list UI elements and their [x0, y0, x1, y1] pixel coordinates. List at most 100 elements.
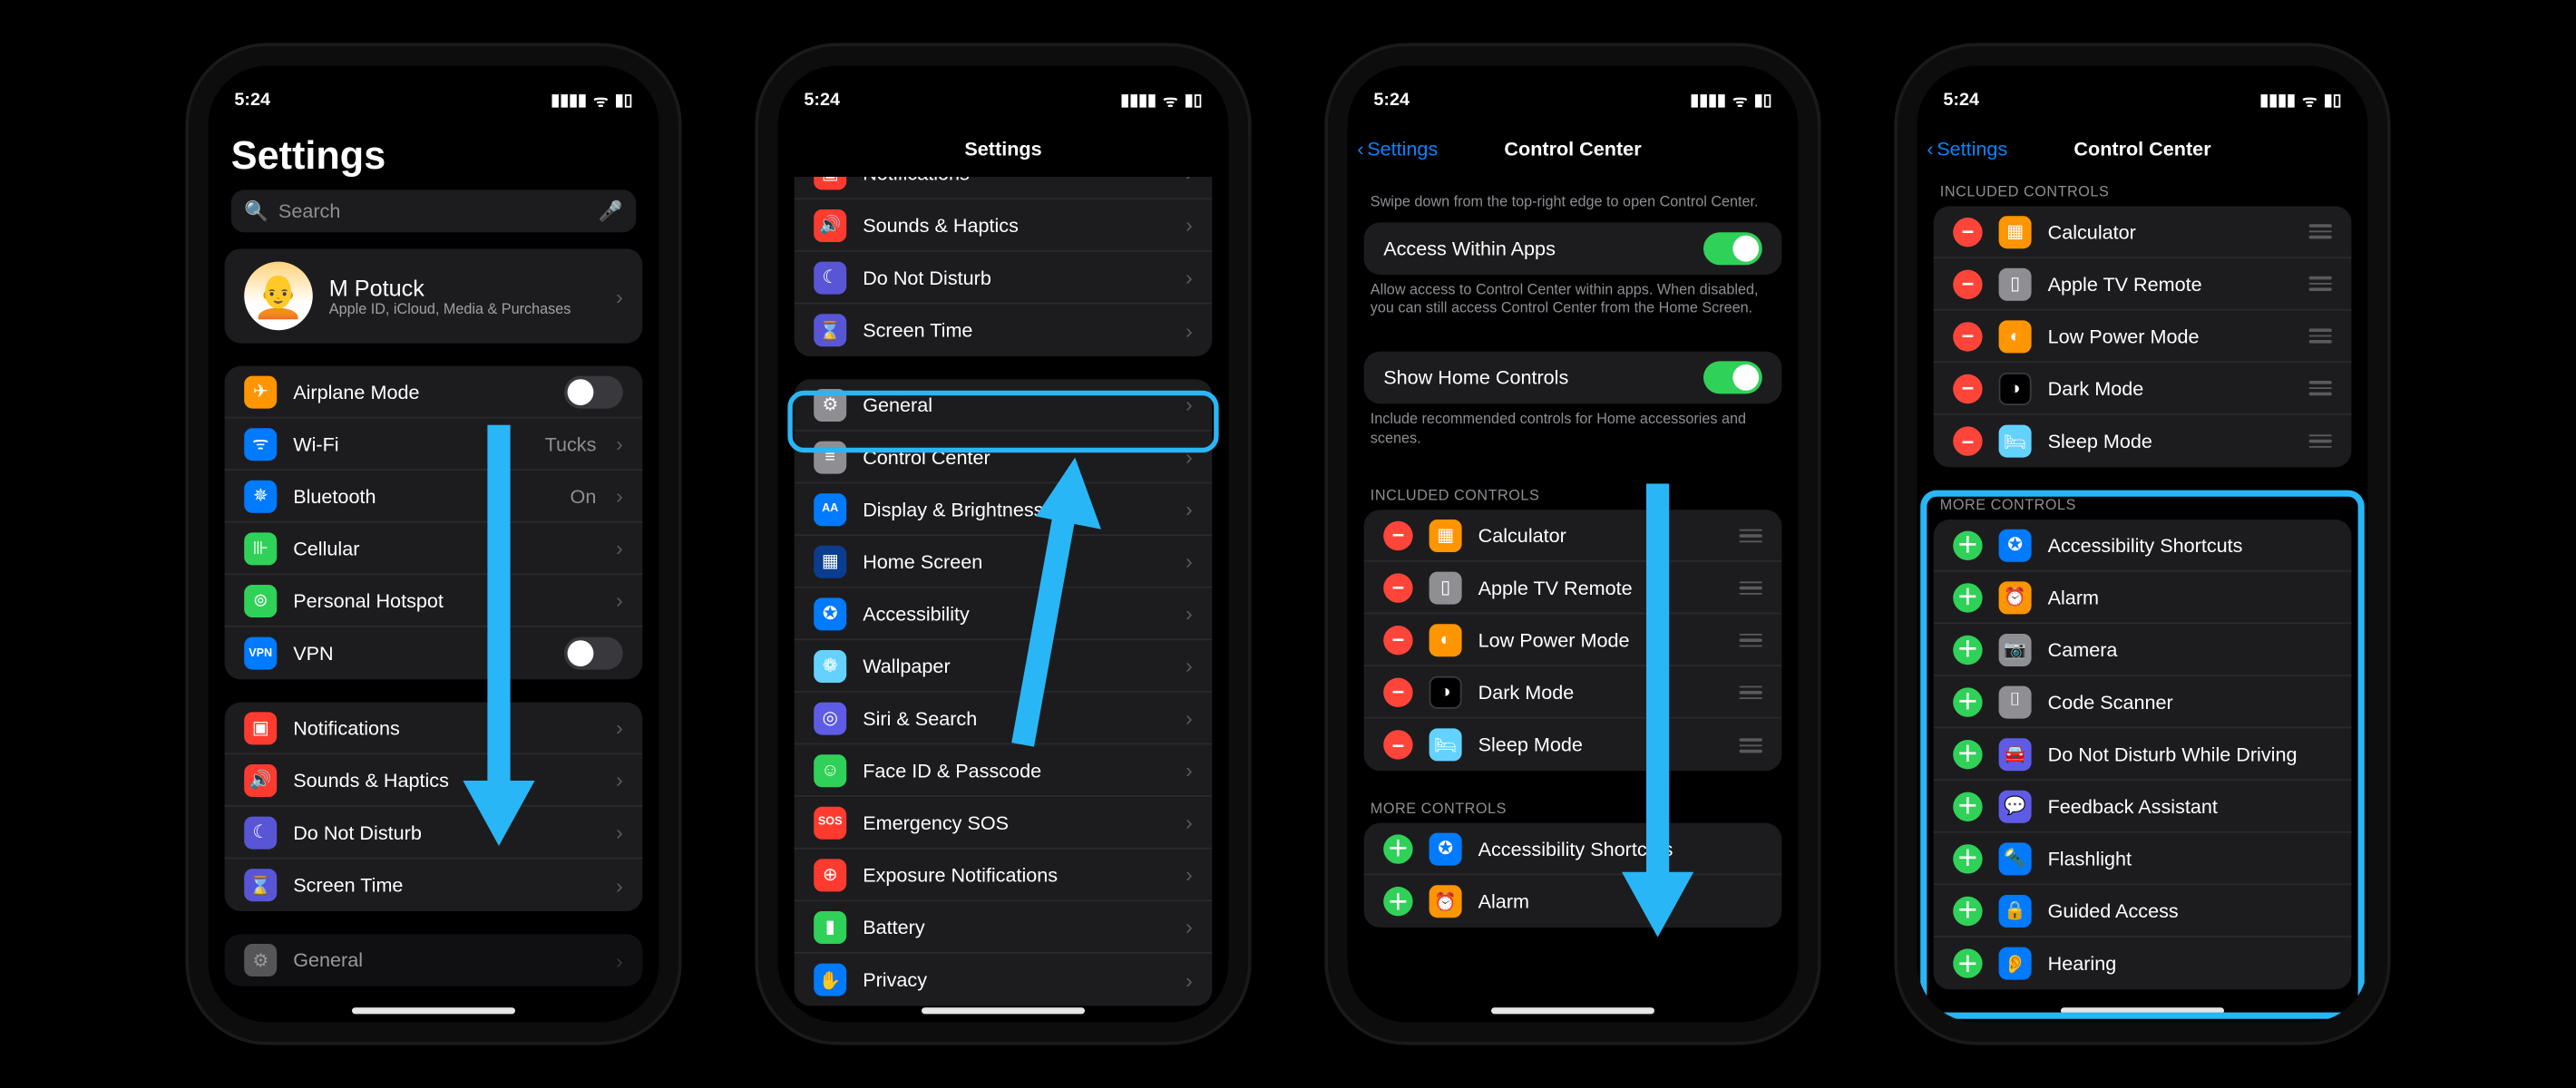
- reorder-grip[interactable]: [1736, 529, 1762, 542]
- remove-button[interactable]: −: [1953, 321, 1982, 350]
- cc-row-hearing[interactable]: ＋👂Hearing: [1934, 937, 2352, 990]
- cc-row-dark-mode[interactable]: −◑Dark Mode: [1934, 363, 2352, 415]
- settings-row-wallpaper[interactable]: ❁Wallpaper›: [795, 640, 1213, 693]
- add-button[interactable]: ＋: [1383, 834, 1412, 863]
- settings-row-face-id-passcode[interactable]: ☺︎Face ID & Passcode›: [795, 744, 1213, 797]
- settings-row-siri-search[interactable]: ◎Siri & Search›: [795, 693, 1213, 745]
- settings-row-exposure-notifications[interactable]: ⊕Exposure Notifications›: [795, 850, 1213, 902]
- cc-row-do-not-disturb-while-driving[interactable]: ＋🚘Do Not Disturb While Driving: [1934, 728, 2352, 781]
- reorder-grip[interactable]: [1736, 581, 1762, 595]
- back-button[interactable]: ‹ Settings: [1357, 138, 1438, 160]
- chevron-right-icon: ›: [616, 873, 623, 898]
- cc-row-accessibility-shortcuts[interactable]: ＋✪Accessibility Shortcuts: [1934, 520, 2352, 572]
- settings-row-cellular[interactable]: ⊪Cellular›: [225, 523, 643, 576]
- settings-row-do-not-disturb[interactable]: ☾Do Not Disturb›: [795, 252, 1213, 305]
- settings-row-notifications[interactable]: ▣Notifications›: [795, 177, 1213, 199]
- show-home-controls-row[interactable]: Show Home Controls: [1364, 352, 1782, 404]
- settings-row-sounds-haptics[interactable]: 🔊Sounds & Haptics›: [795, 199, 1213, 252]
- cc-row-sleep-mode[interactable]: −🛏Sleep Mode: [1364, 719, 1782, 772]
- settings-row-control-center[interactable]: ≡Control Center›: [795, 432, 1213, 484]
- access-within-apps-toggle[interactable]: [1703, 232, 1762, 265]
- cc-row-accessibility-shortcuts[interactable]: ＋✪Accessibility Shortcuts: [1364, 824, 1782, 877]
- add-button[interactable]: ＋: [1383, 888, 1412, 917]
- profile-cell[interactable]: 🧑‍🦲 M Potuck Apple ID, iCloud, Media & P…: [225, 248, 643, 343]
- settings-row-emergency-sos[interactable]: SOSEmergency SOS›: [795, 797, 1213, 850]
- cc-row-alarm[interactable]: ＋⏰Alarm: [1934, 572, 2352, 625]
- add-button[interactable]: ＋: [1953, 530, 1982, 559]
- reorder-grip[interactable]: [2306, 434, 2332, 448]
- cc-row-sleep-mode[interactable]: −🛏Sleep Mode: [1934, 415, 2352, 468]
- chevron-right-icon: ›: [616, 536, 623, 560]
- add-button[interactable]: ＋: [1953, 635, 1982, 664]
- home-indicator[interactable]: [2061, 1007, 2224, 1014]
- chevron-right-icon: ›: [1186, 549, 1193, 573]
- reorder-grip[interactable]: [1736, 739, 1762, 753]
- settings-row-bluetooth[interactable]: ✵BluetoothOn›: [225, 471, 643, 523]
- reorder-grip[interactable]: [1736, 633, 1762, 646]
- cc-row-low-power-mode[interactable]: −◐Low Power Mode: [1934, 311, 2352, 364]
- settings-row-screen-time[interactable]: ⌛Screen Time›: [225, 859, 643, 911]
- add-button[interactable]: ＋: [1953, 582, 1982, 611]
- row-label: Dark Mode: [2048, 377, 2289, 400]
- row-label: Flashlight: [2048, 847, 2332, 869]
- settings-row-battery[interactable]: ▮Battery›: [795, 901, 1213, 954]
- add-button[interactable]: ＋: [1953, 739, 1982, 768]
- cc-row-code-scanner[interactable]: ＋⌷Code Scanner: [1934, 676, 2352, 729]
- cc-row-low-power-mode[interactable]: −◐Low Power Mode: [1364, 615, 1782, 667]
- access-within-apps-row[interactable]: Access Within Apps: [1364, 222, 1782, 275]
- cc-row-flashlight[interactable]: ＋🔦Flashlight: [1934, 833, 2352, 886]
- remove-button[interactable]: −: [1953, 426, 1982, 455]
- add-button[interactable]: ＋: [1953, 792, 1982, 821]
- cc-row-guided-access[interactable]: ＋🔒Guided Access: [1934, 885, 2352, 937]
- reorder-grip[interactable]: [2306, 277, 2332, 290]
- remove-button[interactable]: −: [1953, 269, 1982, 298]
- settings-row-accessibility[interactable]: ✪Accessibility›: [795, 588, 1213, 641]
- settings-row-general[interactable]: ⚙︎General›: [795, 379, 1213, 432]
- remove-button[interactable]: −: [1383, 626, 1412, 655]
- cc-row-calculator[interactable]: −▦Calculator: [1364, 510, 1782, 563]
- cc-row-apple-tv-remote[interactable]: −▯Apple TV Remote: [1934, 258, 2352, 311]
- remove-button[interactable]: −: [1383, 731, 1412, 760]
- cc-row-apple-tv-remote[interactable]: −▯Apple TV Remote: [1364, 563, 1782, 616]
- cc-row-feedback-assistant[interactable]: ＋💬Feedback Assistant: [1934, 781, 2352, 833]
- settings-row-do-not-disturb[interactable]: ☾Do Not Disturb›: [225, 807, 643, 860]
- remove-button[interactable]: −: [1953, 217, 1982, 246]
- reorder-grip[interactable]: [2306, 225, 2332, 238]
- settings-row-sounds-haptics[interactable]: 🔊Sounds & Haptics›: [225, 754, 643, 807]
- cc-row-calculator[interactable]: −▦Calculator: [1934, 206, 2352, 258]
- back-button[interactable]: ‹ Settings: [1927, 138, 2007, 160]
- add-button[interactable]: ＋: [1953, 896, 1982, 925]
- settings-row-screen-time[interactable]: ⌛Screen Time›: [795, 304, 1213, 356]
- home-indicator[interactable]: [1491, 1007, 1654, 1014]
- home-indicator[interactable]: [922, 1007, 1085, 1014]
- cc-row-dark-mode[interactable]: −◑Dark Mode: [1364, 667, 1782, 720]
- add-button[interactable]: ＋: [1953, 843, 1982, 872]
- cc-row-alarm[interactable]: ＋⏰Alarm: [1364, 876, 1782, 928]
- toggle[interactable]: [564, 375, 623, 408]
- mic-icon[interactable]: 🎤: [599, 199, 623, 222]
- settings-row-privacy[interactable]: ✋Privacy›: [795, 954, 1213, 1006]
- remove-button[interactable]: −: [1953, 374, 1982, 403]
- home-indicator[interactable]: [352, 1007, 515, 1014]
- reorder-grip[interactable]: [2306, 381, 2332, 394]
- settings-row-display-brightness[interactable]: AADisplay & Brightness›: [795, 483, 1213, 536]
- add-button[interactable]: ＋: [1953, 687, 1982, 716]
- add-button[interactable]: ＋: [1953, 948, 1982, 977]
- settings-row-general[interactable]: ⚙︎General›: [225, 934, 643, 986]
- remove-button[interactable]: −: [1383, 521, 1412, 550]
- settings-row-personal-hotspot[interactable]: ⊚Personal Hotspot›: [225, 575, 643, 627]
- toggle[interactable]: [564, 637, 623, 670]
- remove-button[interactable]: −: [1383, 677, 1412, 706]
- chevron-right-icon: ›: [616, 588, 623, 613]
- search-input[interactable]: 🔍 Search 🎤: [231, 189, 636, 232]
- settings-row-airplane-mode[interactable]: ✈︎Airplane Mode: [225, 366, 643, 419]
- settings-row-notifications[interactable]: ▣Notifications›: [225, 703, 643, 755]
- reorder-grip[interactable]: [2306, 329, 2332, 343]
- cc-row-camera[interactable]: ＋📷Camera: [1934, 624, 2352, 676]
- show-home-controls-toggle[interactable]: [1703, 362, 1762, 394]
- settings-row-home-screen[interactable]: ▦Home Screen›: [795, 536, 1213, 588]
- settings-row-wi-fi[interactable]: ᯤWi-FiTucks›: [225, 418, 643, 471]
- settings-row-vpn[interactable]: VPNVPN: [225, 627, 643, 680]
- reorder-grip[interactable]: [1736, 685, 1762, 699]
- remove-button[interactable]: −: [1383, 573, 1412, 602]
